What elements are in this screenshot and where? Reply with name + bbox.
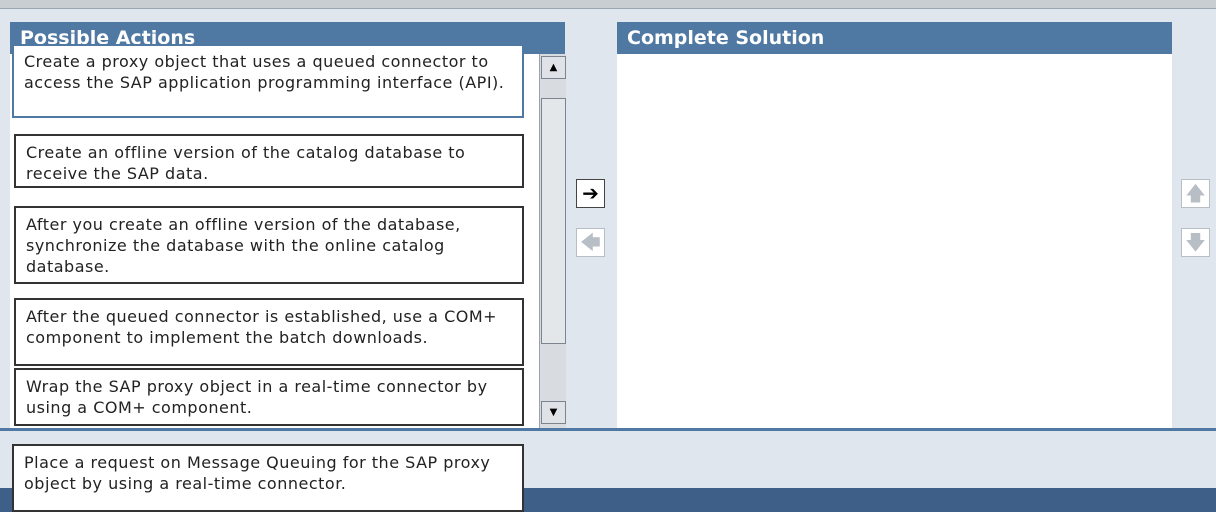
move-down-button[interactable]: 🡇 (1181, 228, 1210, 257)
complete-solution-title: Complete Solution (627, 27, 825, 49)
actions-scrollbar[interactable]: ▲ ▼ (539, 54, 568, 428)
scroll-down-button[interactable]: ▼ (541, 401, 566, 424)
arrow-down-icon: 🡇 (1185, 230, 1206, 254)
scroll-up-icon: ▲ (549, 62, 558, 73)
arrow-right-icon: ➔ (582, 181, 599, 205)
complete-solution-list (617, 54, 1172, 428)
action-item[interactable]: Create a proxy object that uses a queued… (12, 44, 524, 118)
top-band (0, 0, 1216, 9)
move-left-button[interactable]: 🡄 (576, 228, 605, 257)
action-item[interactable]: Place a request on Message Queuing for t… (12, 444, 524, 512)
action-item[interactable]: Create an offline version of the catalog… (14, 134, 524, 188)
scroll-up-button[interactable]: ▲ (541, 56, 566, 79)
arrow-up-icon: 🡅 (1185, 181, 1206, 205)
arrow-left-icon: 🡄 (580, 230, 601, 254)
action-item[interactable]: After you create an offline version of t… (14, 206, 524, 284)
scroll-down-icon: ▼ (549, 407, 558, 418)
move-right-button[interactable]: ➔ (576, 179, 605, 208)
action-item[interactable]: Wrap the SAP proxy object in a real-time… (14, 368, 524, 426)
complete-solution-header: Complete Solution (617, 22, 1172, 54)
action-item[interactable]: After the queued connector is establishe… (14, 298, 524, 366)
scroll-thumb[interactable] (541, 98, 566, 344)
move-up-button[interactable]: 🡅 (1181, 179, 1210, 208)
